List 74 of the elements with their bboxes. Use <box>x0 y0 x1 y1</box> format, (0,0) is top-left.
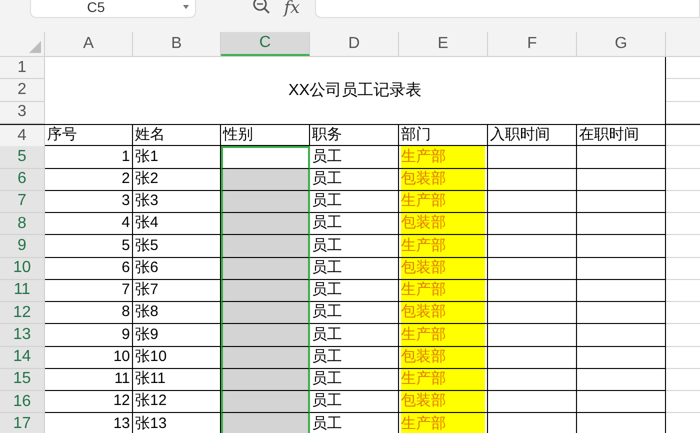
table-cell: 7 <box>45 280 133 302</box>
row-header[interactable]: 11 <box>0 280 45 302</box>
department-label: 包装部 <box>401 258 485 279</box>
department-label: 生产部 <box>401 280 485 301</box>
cell-reference: C5 <box>87 0 105 17</box>
row-header[interactable]: 4 <box>0 125 45 146</box>
row-header[interactable]: 5 <box>0 146 45 168</box>
department-label: 生产部 <box>401 413 485 433</box>
name-box[interactable]: C5 <box>30 0 196 18</box>
row-header[interactable]: 16 <box>0 391 45 414</box>
row-header[interactable]: 6 <box>0 168 45 191</box>
table-cell: 12 <box>45 391 133 414</box>
department-label: 包装部 <box>401 346 485 368</box>
row-header[interactable]: 3 <box>0 102 44 124</box>
department-label: 生产部 <box>401 146 485 168</box>
column-header[interactable]: A <box>45 32 133 56</box>
header-cell: 职务 <box>310 125 399 146</box>
selected-cell[interactable] <box>221 258 310 280</box>
department-label: 包装部 <box>401 302 485 324</box>
column-header[interactable]: E <box>399 32 488 56</box>
selected-cell[interactable] <box>221 280 310 302</box>
table-cell: 11 <box>45 368 133 391</box>
selected-cell[interactable] <box>221 413 310 433</box>
selected-cell[interactable] <box>221 235 310 258</box>
selected-cell[interactable] <box>221 213 310 236</box>
column-header[interactable]: F <box>488 32 577 56</box>
selected-cell[interactable] <box>221 346 310 369</box>
table-cell: 5 <box>45 235 133 258</box>
row-header[interactable]: 12 <box>0 302 45 324</box>
column-header[interactable]: C <box>221 32 310 56</box>
row-header[interactable]: 9 <box>0 235 45 258</box>
selected-cell[interactable] <box>221 391 310 414</box>
row-header[interactable]: 1 <box>0 57 44 80</box>
column-header[interactable]: D <box>310 32 399 56</box>
row-header[interactable]: 8 <box>0 213 45 236</box>
table-cell: 13 <box>45 413 133 433</box>
header-cell: 序号 <box>45 125 133 146</box>
department-label: 生产部 <box>401 190 485 212</box>
row-header[interactable]: 17 <box>0 413 45 433</box>
header-cell: 在职时间 <box>577 125 666 146</box>
department-label: 包装部 <box>401 391 485 412</box>
selected-cell[interactable] <box>221 302 310 324</box>
row-header[interactable]: 15 <box>0 368 45 391</box>
table-cell: 6 <box>45 258 133 280</box>
department-label: 包装部 <box>401 168 485 190</box>
table-cell: 8 <box>45 302 133 324</box>
zoom-icon[interactable] <box>252 0 272 16</box>
selected-cell[interactable] <box>221 190 310 213</box>
row-header[interactable]: 13 <box>0 324 45 346</box>
column-header[interactable]: G <box>577 32 666 56</box>
row-header[interactable]: 14 <box>0 346 45 369</box>
department-label: 包装部 <box>401 213 485 234</box>
header-cell: 入职时间 <box>488 125 577 146</box>
selected-cell[interactable] <box>221 324 310 346</box>
table-cell: 3 <box>45 190 133 213</box>
table-cell: 9 <box>45 324 133 346</box>
active-cell[interactable] <box>221 146 310 168</box>
selected-cell[interactable] <box>221 168 310 191</box>
formula-input[interactable] <box>315 0 700 18</box>
table-cell: 1 <box>45 146 133 168</box>
table-title: XX公司员工记录表 <box>288 80 422 100</box>
table-cell: 10 <box>45 346 133 369</box>
row-header[interactable]: 7 <box>0 190 45 213</box>
header-cell: 姓名 <box>133 125 221 146</box>
row-header[interactable]: 10 <box>0 258 45 280</box>
department-label: 生产部 <box>401 235 485 256</box>
row-header[interactable]: 2 <box>0 79 44 102</box>
function-button[interactable]: fx <box>284 0 300 22</box>
department-label: 生产部 <box>401 368 485 390</box>
dropdown-caret-icon[interactable] <box>183 5 189 9</box>
table-cell: 2 <box>45 168 133 191</box>
department-label: 生产部 <box>401 324 485 346</box>
table-cell: 4 <box>45 213 133 236</box>
selected-cell[interactable] <box>221 368 310 391</box>
